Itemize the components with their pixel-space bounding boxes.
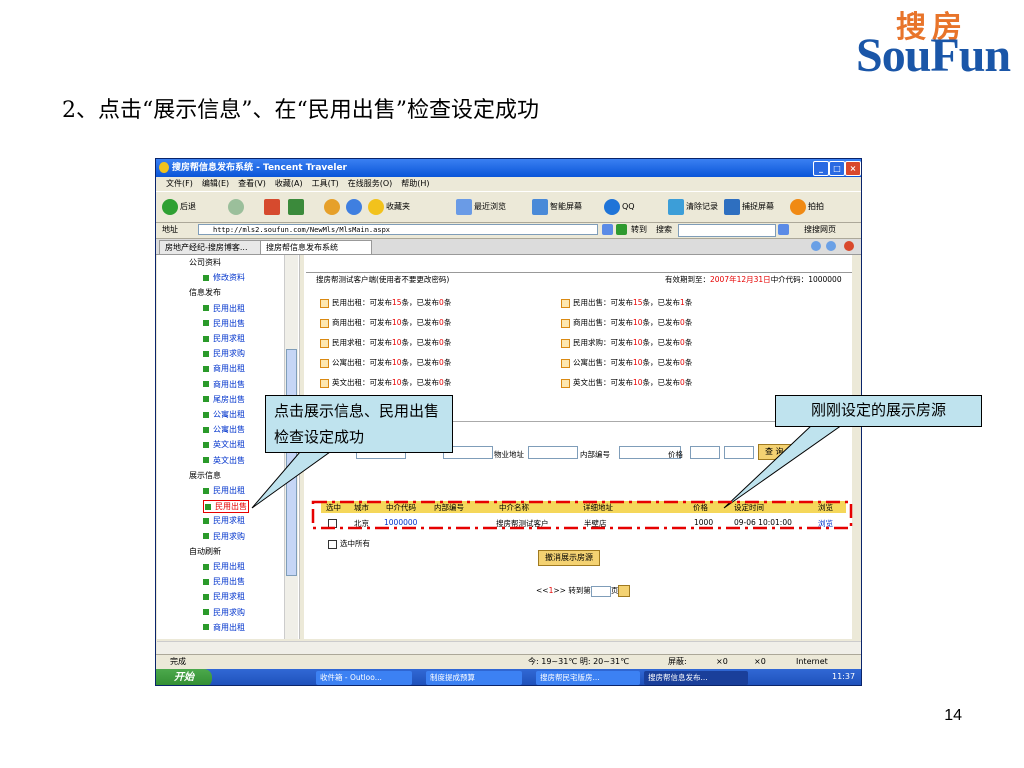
highlight-box [311,500,853,530]
callout-right: 刚刚设定的展示房源 [775,395,982,427]
callout-left-pointer [251,451,332,509]
callout-left: 点击展示信息、民用出售检查设定成功 [265,395,453,453]
annotation-overlay [251,424,853,530]
callout-right-pointer [723,424,844,509]
